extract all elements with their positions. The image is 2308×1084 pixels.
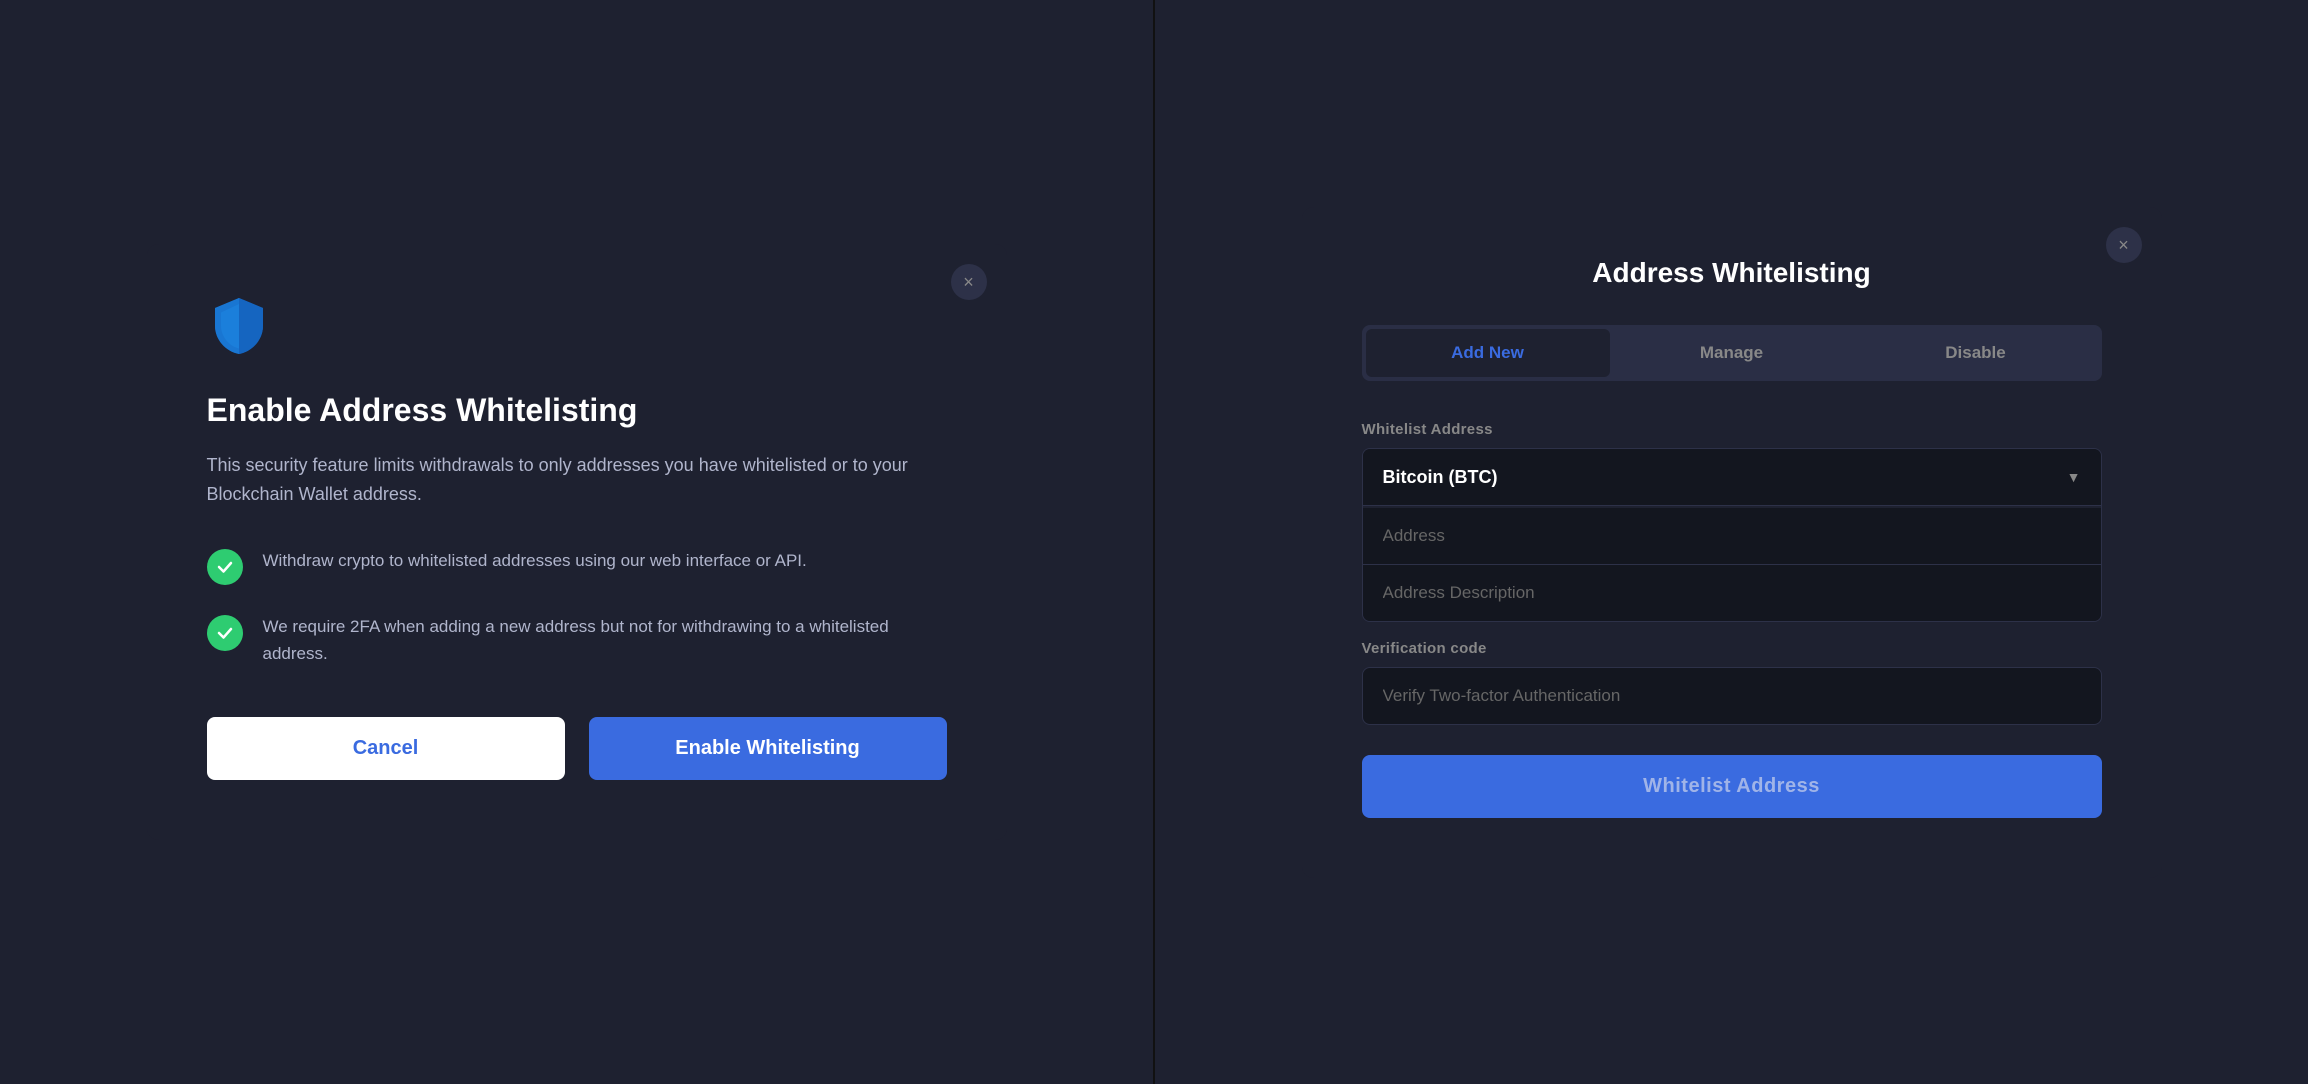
- whitelist-address-button[interactable]: Whitelist Address: [1362, 755, 2102, 818]
- check-icon-1: [207, 549, 243, 585]
- shield-icon: [207, 294, 947, 363]
- currency-select-wrap: Bitcoin (BTC) Ethereum (ETH) Litecoin (L…: [1363, 449, 2101, 506]
- modal-title: Enable Address Whitelisting: [207, 391, 947, 429]
- right-modal-title: Address Whitelisting: [1362, 257, 2102, 289]
- feature-item-2: We require 2FA when adding a new address…: [207, 613, 947, 667]
- button-row: Cancel Enable Whitelisting: [207, 717, 947, 780]
- left-panel: × Enable Address Whitelisting This secur…: [0, 0, 1153, 1084]
- whitelist-address-label: Whitelist Address: [1362, 421, 2102, 438]
- address-input[interactable]: [1363, 508, 2101, 565]
- address-input-group: Bitcoin (BTC) Ethereum (ETH) Litecoin (L…: [1362, 448, 2102, 622]
- check-icon-2: [207, 615, 243, 651]
- modal-description: This security feature limits withdrawals…: [207, 451, 947, 509]
- tab-manage[interactable]: Manage: [1610, 329, 1854, 377]
- right-panel: × Address Whitelisting Add New Manage Di…: [1153, 0, 2308, 1084]
- feature-text-2: We require 2FA when adding a new address…: [263, 613, 947, 667]
- right-close-button[interactable]: ×: [2106, 227, 2142, 263]
- tabs: Add New Manage Disable: [1362, 325, 2102, 381]
- close-button[interactable]: ×: [951, 264, 987, 300]
- tab-disable[interactable]: Disable: [1854, 329, 2098, 377]
- verification-code-label: Verification code: [1362, 640, 2102, 657]
- enable-whitelisting-modal: × Enable Address Whitelisting This secur…: [147, 244, 1007, 840]
- currency-select[interactable]: Bitcoin (BTC) Ethereum (ETH) Litecoin (L…: [1363, 449, 2101, 506]
- cancel-button[interactable]: Cancel: [207, 717, 565, 780]
- verify-2fa-input[interactable]: [1362, 667, 2102, 725]
- feature-list: Withdraw crypto to whitelisted addresses…: [207, 547, 947, 667]
- feature-text-1: Withdraw crypto to whitelisted addresses…: [263, 547, 807, 574]
- address-description-input[interactable]: [1363, 565, 2101, 621]
- tab-add-new[interactable]: Add New: [1366, 329, 1610, 377]
- enable-whitelisting-button[interactable]: Enable Whitelisting: [589, 717, 947, 780]
- feature-item-1: Withdraw crypto to whitelisted addresses…: [207, 547, 947, 585]
- address-whitelisting-modal: × Address Whitelisting Add New Manage Di…: [1302, 207, 2162, 878]
